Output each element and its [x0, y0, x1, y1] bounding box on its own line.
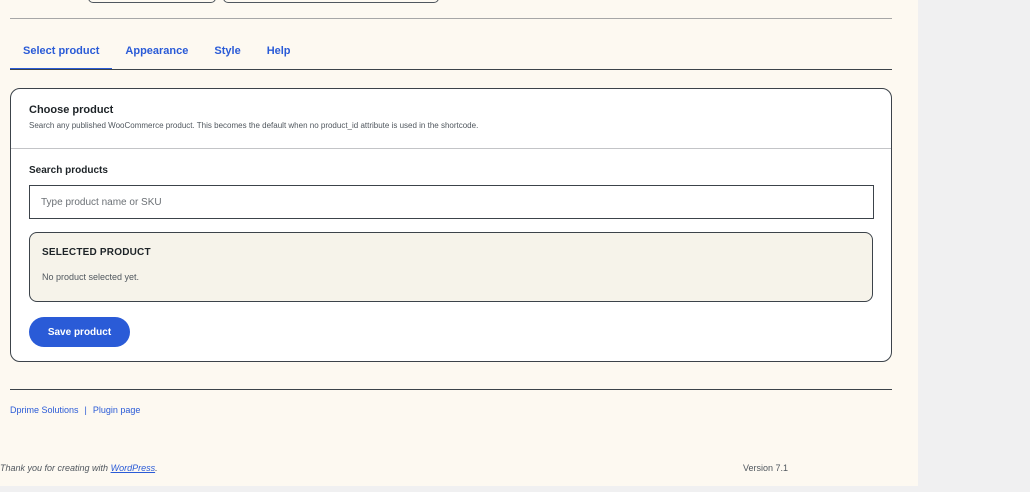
choose-product-card: Choose product Search any published WooC…	[10, 88, 892, 362]
top-select-field[interactable]	[88, 0, 216, 3]
tab-style[interactable]: Style	[201, 36, 253, 70]
thanks-text: Thank you for creating with	[0, 463, 109, 473]
main-content: Select product Appearance Style Help Cho…	[0, 0, 918, 486]
search-products-label: Search products	[29, 165, 108, 176]
admin-background-right	[918, 0, 1030, 492]
wp-footer-thanks: Thank you for creating with WordPress.	[0, 463, 158, 473]
footer-divider	[10, 389, 892, 390]
save-product-button[interactable]: Save product	[29, 317, 130, 347]
divider	[10, 18, 892, 19]
top-text-field[interactable]	[223, 0, 439, 3]
tab-appearance[interactable]: Appearance	[112, 36, 201, 70]
wordpress-link[interactable]: WordPress	[111, 463, 156, 473]
search-products-input[interactable]	[29, 185, 874, 219]
tab-divider	[10, 69, 892, 70]
tab-bar: Select product Appearance Style Help	[10, 36, 304, 70]
footer-separator: |	[84, 405, 87, 415]
selected-product-title: SELECTED PRODUCT	[42, 247, 151, 258]
plugin-page-link[interactable]: Plugin page	[93, 405, 141, 415]
selected-product-empty-text: No product selected yet.	[42, 272, 140, 282]
thanks-suffix: .	[155, 463, 158, 473]
selected-product-panel: SELECTED PRODUCT No product selected yet…	[29, 232, 873, 302]
card-body: Search products SELECTED PRODUCT No prod…	[11, 149, 891, 347]
wp-version: Version 7.1	[742, 463, 788, 473]
card-title: Choose product	[29, 104, 114, 116]
tab-help[interactable]: Help	[254, 36, 304, 70]
footer-links: Dprime Solutions | Plugin page	[10, 405, 140, 415]
tab-select-product[interactable]: Select product	[10, 36, 113, 70]
admin-background-bottom	[0, 486, 918, 492]
card-description: Search any published WooCommerce product…	[29, 121, 479, 130]
dprime-solutions-link[interactable]: Dprime Solutions	[10, 405, 79, 415]
card-header: Choose product Search any published WooC…	[11, 89, 891, 149]
